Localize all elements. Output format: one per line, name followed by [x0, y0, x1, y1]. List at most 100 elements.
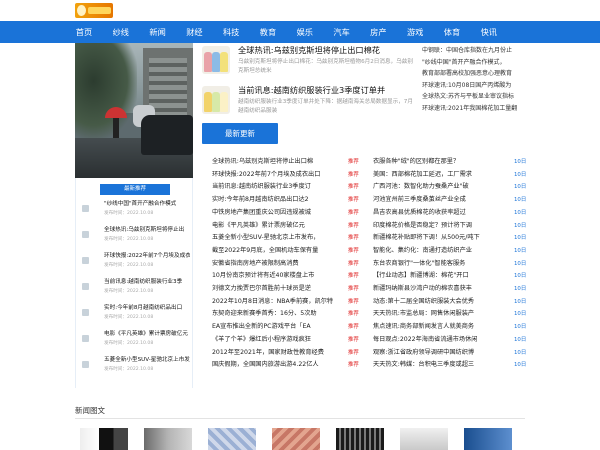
news-row[interactable]: 截至2022年9月底，全国机动车保有量 推荐 — [212, 245, 362, 258]
news-row[interactable]: 新疆棉花补贴即将下调！从500元/吨下 10日 — [373, 232, 526, 245]
news-row[interactable]: 实时:今年前8月越南纺织品出口达2 推荐 — [212, 194, 362, 207]
nav-item[interactable]: 纱线 — [103, 21, 139, 43]
side-link[interactable]: 中钢联：中国仓库指数在九月份止 — [422, 45, 526, 57]
news-row[interactable]: 电影《平凡英雄》累计票房破亿元 推荐 — [212, 220, 362, 233]
news-title[interactable]: 观察:浙江省政府领导调研中国纺织博 — [373, 347, 511, 360]
news-title[interactable]: 10月份南京预计将有近40家楼盘上市 — [212, 270, 348, 283]
news-row[interactable]: 东契奇迎来新赛季首秀：16分、5次助 推荐 — [212, 308, 362, 321]
news-title[interactable]: 东契奇迎来新赛季首秀：16分、5次助 — [212, 308, 348, 321]
news-title[interactable]: 电影《平凡英雄》累计票房破亿元 — [212, 220, 348, 233]
news-row[interactable]: 衣服各种"绒"的区别都在那里？ 10日 — [373, 156, 526, 169]
news-title[interactable]: 印度棉花价格是否稳定？预计将下调 — [373, 220, 511, 233]
gallery-thumbnail[interactable] — [272, 428, 320, 450]
news-title[interactable]: 五菱全新小型SUV-星驰北京上市发布， — [212, 232, 348, 245]
gallery-thumbnail[interactable] — [464, 428, 512, 450]
latest-updates-button[interactable]: 最新更新 — [202, 123, 278, 144]
news-row[interactable]: 美国：西部棉花加工延迟，工厂需求 10日 — [373, 169, 526, 182]
gallery-thumbnail[interactable] — [336, 428, 384, 450]
news-title[interactable]: 智能化、集约化：南通打造纺织产业 — [373, 245, 511, 258]
side-link[interactable]: 环球速讯:10月08日国产丙烯酸为 — [422, 80, 526, 92]
news-title[interactable]: 广西河池：数智化助力蚕桑产业"破 — [373, 181, 511, 194]
news-row[interactable]: 天天热讯:市监总局：网售休闲服装产 10日 — [373, 308, 526, 321]
site-logo[interactable] — [75, 3, 113, 18]
news-row[interactable]: 当前讯息:越南纺织服装行业3季度订 推荐 — [212, 181, 362, 194]
nav-item[interactable]: 房产 — [360, 21, 396, 43]
news-title[interactable]: 天天热文:韩媒：台积电三季度或超三 — [373, 359, 511, 372]
featured-title[interactable]: 当前讯息:越南纺织服装行业3季度订单并 — [238, 84, 385, 96]
news-row[interactable]: 动态:第十二届全国纺织服装大会优秀 10日 — [373, 296, 526, 309]
news-row[interactable]: 2012年至2021年，国家财政性教育经费 推荐 — [212, 347, 362, 360]
nav-item[interactable]: 科技 — [213, 21, 249, 43]
gallery-thumbnail[interactable] — [208, 428, 256, 450]
side-link[interactable]: 教育部部署高校加强恶意心理教育 — [422, 68, 526, 80]
news-row[interactable]: 广西河池：数智化助力蚕桑产业"破 10日 — [373, 181, 526, 194]
side-link[interactable]: "纱线中国"首开产融合作模式， — [422, 57, 526, 69]
news-title[interactable]: 中铁房地产集团重庆公司因违规被城 — [212, 207, 348, 220]
nav-item[interactable]: 财经 — [176, 21, 212, 43]
news-title[interactable]: 每日观点:2022年海南省流通市场休闲 — [373, 334, 511, 347]
gallery-thumbnail[interactable] — [400, 428, 448, 450]
news-row[interactable]: 河池宜州前三季度桑茧丝产业全成 10日 — [373, 194, 526, 207]
news-row[interactable]: 国庆假期，全国国内旅游出游4.22亿人 推荐 — [212, 359, 362, 372]
news-title[interactable]: 焦点速讯:商务部新闻发言人就美商务 — [373, 321, 511, 334]
news-title[interactable]: 刘德文力挽贾巴尔首胜前十球员是逆 — [212, 283, 348, 296]
nav-item[interactable]: 娱乐 — [287, 21, 323, 43]
featured-article[interactable]: 全球热讯:乌兹别克斯坦将停止出口棉花 乌兹别克斯坦将停止出口棉花：乌兹别克斯坦植… — [202, 44, 414, 80]
news-row[interactable]: 中铁房地产集团重庆公司因违规被城 推荐 — [212, 207, 362, 220]
list-item-title[interactable]: "纱线中国"首开产融合作模式 — [104, 200, 190, 209]
yarn-thumbnail[interactable] — [202, 46, 230, 74]
list-item[interactable]: 当前讯息:越南纺织服装行业3季 发布时间：2022.10.08 — [80, 278, 190, 300]
news-title[interactable]: 2022年10月8日消息：NBA季前赛，凯尔特 — [212, 296, 348, 309]
news-row[interactable]: 全球热讯:乌兹别克斯坦将停止出口棉 推荐 — [212, 156, 362, 169]
list-item-title[interactable]: 实时:今年前8月越南纺织品出口 — [104, 304, 190, 313]
news-title[interactable]: 衣服各种"绒"的区别都在那里？ — [373, 156, 511, 169]
list-item[interactable]: "纱线中国"首开产融合作模式 发布时间：2022.10.08 — [80, 200, 190, 222]
list-item-title[interactable]: 五菱全新小型SUV-星驰北京上市发 — [104, 356, 190, 365]
news-row[interactable]: 天天热文:韩媒：台积电三季度或超三 10日 — [373, 359, 526, 372]
news-row[interactable]: 环球快报:2022年前7个月埃及成衣出口 推荐 — [212, 169, 362, 182]
news-row[interactable]: 新疆玛纳斯县沙湾户动的棉农喜获丰 10日 — [373, 283, 526, 296]
list-item-title[interactable]: 全球热讯:乌兹别克斯坦将停止出 — [104, 226, 190, 235]
side-link[interactable]: 全球热文:苏齐与平板显业审议指标 — [422, 91, 526, 103]
news-title[interactable]: 《羊了个羊》爆红后小程序游戏疯狂 — [212, 334, 348, 347]
news-row[interactable]: 印度棉花价格是否稳定？预计将下调 10日 — [373, 220, 526, 233]
news-row[interactable]: 智能化、集约化：南通打造纺织产业 10日 — [373, 245, 526, 258]
news-title[interactable]: 环球快报:2022年前7个月埃及成衣出口 — [212, 169, 348, 182]
news-title[interactable]: 国庆假期，全国国内旅游出游4.22亿人 — [212, 359, 348, 372]
news-title[interactable]: 截至2022年9月底，全国机动车保有量 — [212, 245, 348, 258]
news-row[interactable]: 昌吉农高县优质棉花的收获率超过 10日 — [373, 207, 526, 220]
list-item-title[interactable]: 电影《平凡英雄》累计票房破亿元 — [104, 330, 190, 339]
list-item-title[interactable]: 环球快报:2022年前7个月埃及成衣 — [104, 252, 190, 261]
nav-item[interactable]: 游戏 — [397, 21, 433, 43]
list-item[interactable]: 环球快报:2022年前7个月埃及成衣 发布时间：2022.10.08 — [80, 252, 190, 274]
news-title[interactable]: 【行业动态】新疆博湖：棉花"开口 — [373, 270, 511, 283]
news-row[interactable]: 安徽省指南房地产被限制高消费 推荐 — [212, 258, 362, 271]
news-title[interactable]: 新疆玛纳斯县沙湾户动的棉农喜获丰 — [373, 283, 511, 296]
gallery-thumbnail[interactable] — [80, 428, 128, 450]
nav-item[interactable]: 快讯 — [471, 21, 507, 43]
news-row[interactable]: EA宣布推出全新的PC游戏平台「EA 推荐 — [212, 321, 362, 334]
headline-photo[interactable] — [75, 43, 193, 178]
nav-item[interactable]: 新闻 — [140, 21, 176, 43]
news-title[interactable]: 美国：西部棉花加工延迟，工厂需求 — [373, 169, 511, 182]
news-title[interactable]: 动态:第十二届全国纺织服装大会优秀 — [373, 296, 511, 309]
news-row[interactable]: 每日观点:2022年海南省流通市场休闲 10日 — [373, 334, 526, 347]
list-item[interactable]: 全球热讯:乌兹别克斯坦将停止出 发布时间：2022.10.08 — [80, 226, 190, 248]
news-row[interactable]: 2022年10月8日消息：NBA季前赛，凯尔特 推荐 — [212, 296, 362, 309]
news-title[interactable]: 新疆棉花补贴即将下调！从500元/吨下 — [373, 232, 511, 245]
list-item[interactable]: 五菱全新小型SUV-星驰北京上市发 发布时间：2022.10.08 — [80, 356, 190, 378]
list-item[interactable]: 实时:今年前8月越南纺织品出口 发布时间：2022.10.08 — [80, 304, 190, 326]
news-title[interactable]: 天天热讯:市监总局：网售休闲服装产 — [373, 308, 511, 321]
news-row[interactable]: 刘德文力挽贾巴尔首胜前十球员是逆 推荐 — [212, 283, 362, 296]
list-item-title[interactable]: 当前讯息:越南纺织服装行业3季 — [104, 278, 190, 287]
nav-item[interactable]: 体育 — [434, 21, 470, 43]
news-row[interactable]: 观察:浙江省政府领导调研中国纺织博 10日 — [373, 347, 526, 360]
news-title[interactable]: 全球热讯:乌兹别克斯坦将停止出口棉 — [212, 156, 348, 169]
news-title[interactable]: 实时:今年前8月越南纺织品出口达2 — [212, 194, 348, 207]
news-title[interactable]: 昌吉农高县优质棉花的收获率超过 — [373, 207, 511, 220]
nav-item[interactable]: 汽车 — [324, 21, 360, 43]
side-link[interactable]: 环球速讯:2021年我国棉花加工量翻 — [422, 103, 526, 115]
news-title[interactable]: 河池宜州前三季度桑茧丝产业全成 — [373, 194, 511, 207]
news-row[interactable]: 焦点速讯:商务部新闻发言人就美商务 10日 — [373, 321, 526, 334]
news-title[interactable]: 安徽省指南房地产被限制高消费 — [212, 258, 348, 271]
